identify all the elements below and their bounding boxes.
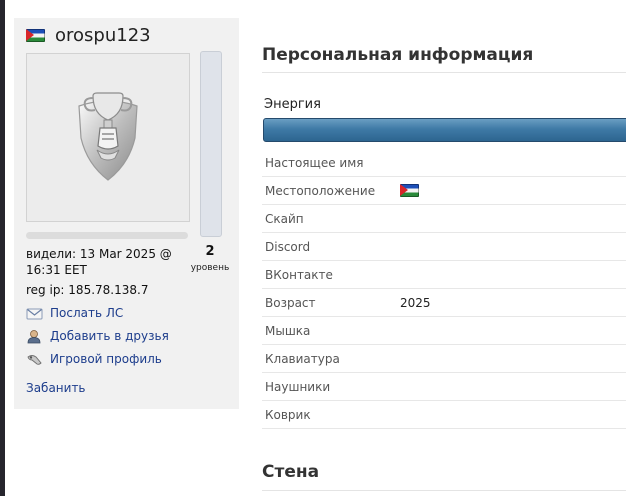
flag-icon xyxy=(26,29,45,42)
add-friend-icon xyxy=(26,329,43,344)
info-row: Клавиатура xyxy=(262,345,626,373)
level-number: 2 xyxy=(205,244,215,259)
location-flag-icon xyxy=(400,184,419,197)
info-row: Возраст 2025 xyxy=(262,289,626,317)
avatar-scrollbar[interactable] xyxy=(26,232,188,239)
send-message-label: Послать ЛС xyxy=(50,306,124,320)
info-row-label: Мышка xyxy=(265,324,311,338)
energy-bar xyxy=(263,118,626,142)
title-divider xyxy=(262,72,626,73)
ban-link[interactable]: Забанить xyxy=(26,381,86,395)
cup-shield-icon xyxy=(78,92,138,181)
info-row-label: Возраст xyxy=(265,296,316,310)
wall-title: Стена xyxy=(262,462,320,482)
info-row-label: Discord xyxy=(265,240,311,254)
info-row-label: Настоящее имя xyxy=(265,156,364,170)
last-seen: видели: 13 Mar 2025 @ 16:31 EET xyxy=(26,247,172,277)
info-row: Настоящее имя xyxy=(262,149,626,177)
reg-ip: reg ip: 185.78.138.7 xyxy=(26,283,149,297)
send-message-link[interactable]: Послать ЛС xyxy=(26,305,123,321)
window-edge xyxy=(0,0,5,496)
wall-divider xyxy=(262,490,626,491)
add-friend-label: Добавить в друзья xyxy=(50,329,169,343)
profile-panel: orospu123 2 уровень видели: 13 Mar 2025 … xyxy=(14,18,239,409)
info-row-label: Клавиатура xyxy=(265,352,340,366)
info-row: ВКонтакте xyxy=(262,261,626,289)
level-progress-bar xyxy=(200,51,222,237)
info-row-label: ВКонтакте xyxy=(265,268,333,282)
info-row: Скайп xyxy=(262,205,626,233)
info-row-label: Местоположение xyxy=(265,184,376,198)
envelope-icon xyxy=(26,306,43,321)
energy-label: Энергия xyxy=(264,97,321,112)
info-row-label: Наушники xyxy=(265,380,331,394)
game-profile-label: Игровой профиль xyxy=(50,352,162,366)
info-row: Коврик xyxy=(262,401,626,429)
info-row: Мышка xyxy=(262,317,626,345)
level-label: уровень xyxy=(190,263,230,273)
personal-info-title: Персональная информация xyxy=(262,45,534,65)
profile-username: orospu123 xyxy=(55,25,151,46)
avatar xyxy=(26,53,190,222)
info-row: Discord xyxy=(262,233,626,261)
info-row-label: Скайп xyxy=(265,212,304,226)
info-row-value: 2025 xyxy=(400,296,431,310)
info-row: Наушники xyxy=(262,373,626,401)
add-friend-link[interactable]: Добавить в друзья xyxy=(26,328,169,344)
info-row-label: Коврик xyxy=(265,408,311,422)
game-profile-icon xyxy=(26,352,43,367)
info-row: Местоположение xyxy=(262,177,626,205)
game-profile-link[interactable]: Игровой профиль xyxy=(26,351,162,367)
